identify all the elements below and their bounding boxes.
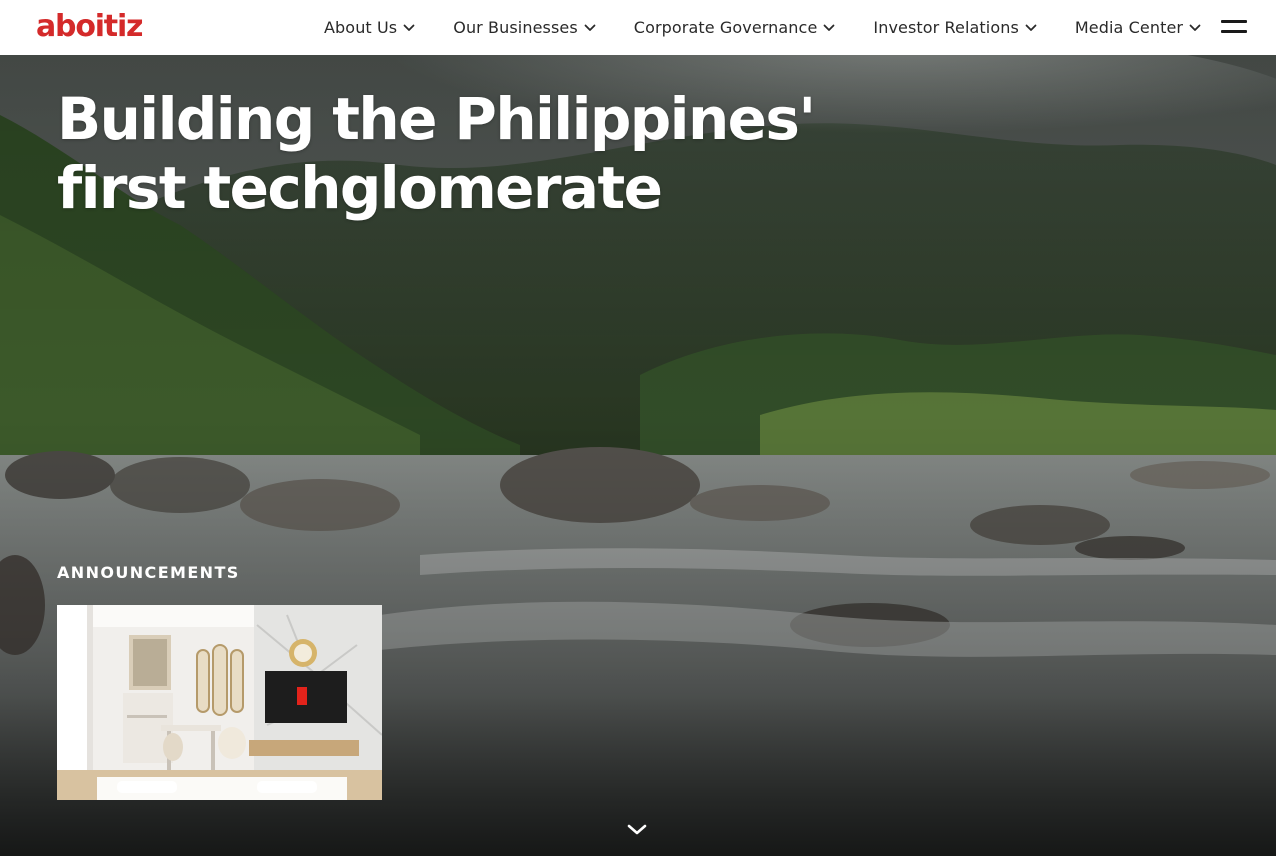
- nav-item-label: Media Center: [1074, 18, 1184, 37]
- chevron-down-icon: [584, 24, 596, 31]
- hamburger-menu-icon[interactable]: [1221, 20, 1247, 36]
- nav-item-our-businesses[interactable]: Our Businesses: [453, 18, 596, 37]
- announcements-heading: ANNOUNCEMENTS: [57, 563, 240, 582]
- menu-bar: [1221, 30, 1247, 33]
- nav-item-label: About Us: [324, 18, 398, 37]
- nav-item-about-us[interactable]: About Us: [324, 18, 415, 37]
- hero-title-line: Building the Philippines': [57, 85, 816, 153]
- hero-title: Building the Philippines' first techglom…: [57, 85, 817, 223]
- menu-bar: [1221, 20, 1247, 23]
- nav-item-label: Investor Relations: [873, 18, 1019, 37]
- nav-item-corporate-governance[interactable]: Corporate Governance: [634, 18, 836, 37]
- hero-section: Building the Philippines' first techglom…: [0, 55, 1276, 856]
- announcement-image: [57, 605, 382, 800]
- chevron-down-icon: [1189, 24, 1201, 31]
- aboitiz-logo[interactable]: aboitiz: [36, 9, 144, 45]
- nav-item-label: Our Businesses: [453, 18, 578, 37]
- nav-item-label: Corporate Governance: [633, 18, 818, 37]
- nav-item-investor-relations[interactable]: Investor Relations: [873, 18, 1037, 37]
- announcement-card[interactable]: [57, 605, 382, 800]
- chevron-down-icon[interactable]: [626, 823, 648, 837]
- nav-item-media-center[interactable]: Media Center: [1075, 18, 1201, 37]
- chevron-down-icon: [403, 24, 415, 31]
- chevron-down-icon: [1025, 24, 1037, 31]
- hero-title-line: first techglomerate: [57, 154, 663, 222]
- site-header: aboitiz About Us Our Businesses Corporat…: [0, 0, 1276, 55]
- main-nav: About Us Our Businesses Corporate Govern…: [324, 0, 1201, 55]
- chevron-down-icon: [823, 24, 835, 31]
